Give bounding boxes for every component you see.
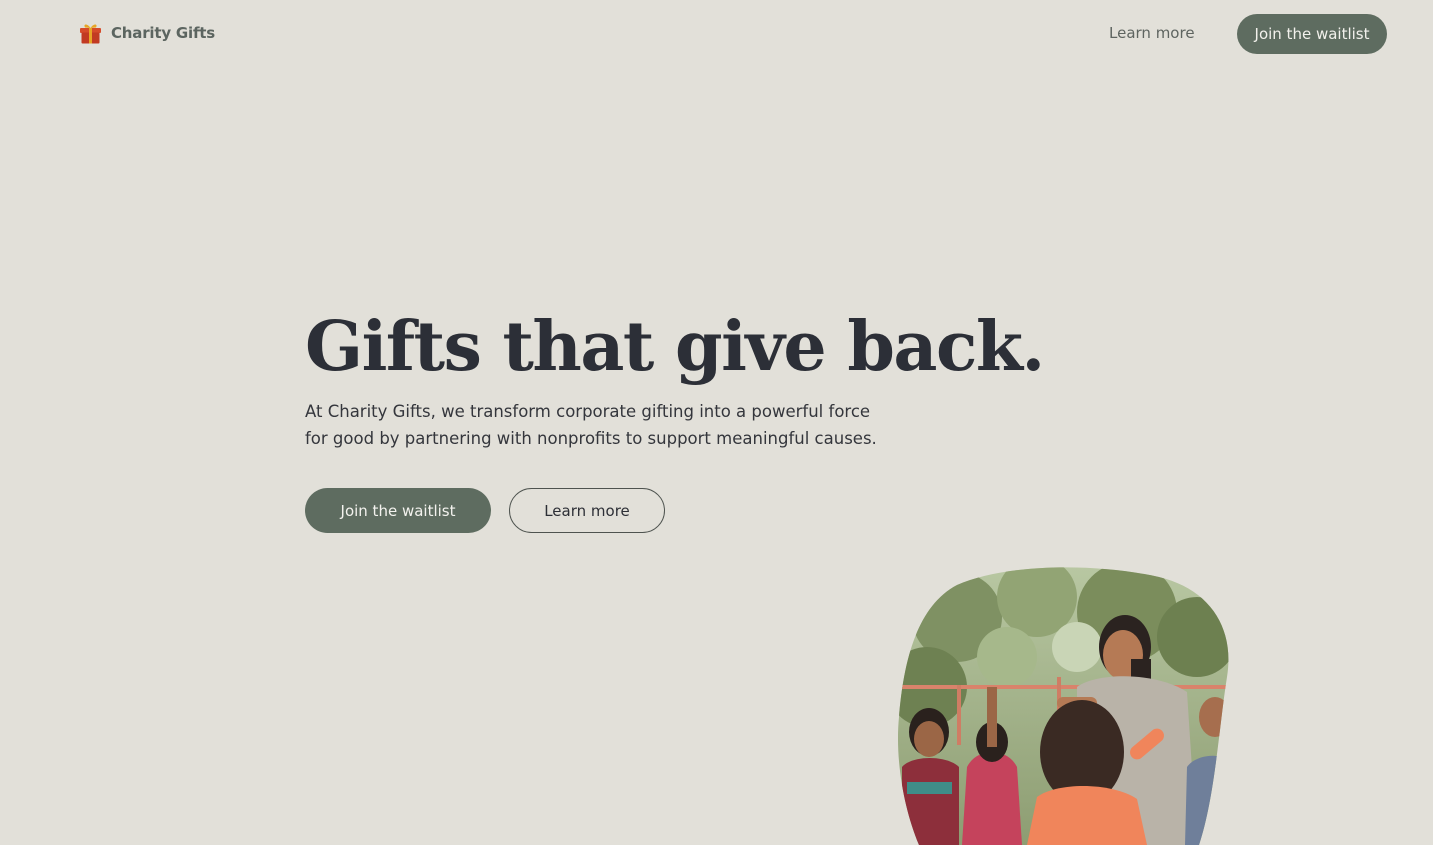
join-waitlist-button[interactable]: Join the waitlist bbox=[305, 488, 491, 533]
hero-title: Gifts that give back. bbox=[305, 307, 1045, 387]
hero-cta-row: Join the waitlist Learn more bbox=[305, 488, 665, 533]
learn-more-button[interactable]: Learn more bbox=[509, 488, 665, 533]
brand-name: Charity Gifts bbox=[111, 23, 215, 42]
site-header: Charity Gifts Learn more Join the waitli… bbox=[0, 0, 1433, 68]
gift-icon bbox=[80, 24, 101, 44]
brand-logo-link[interactable]: Charity Gifts bbox=[78, 20, 215, 45]
hero-subtitle: At Charity Gifts, we transform corporate… bbox=[305, 402, 877, 448]
nav-learn-more-link[interactable]: Learn more bbox=[1109, 24, 1195, 42]
hero-photo bbox=[897, 567, 1229, 845]
nav-join-waitlist-button[interactable]: Join the waitlist bbox=[1237, 14, 1387, 54]
hero-section: Gifts that give back. At Charity Gifts, … bbox=[305, 305, 1065, 452]
